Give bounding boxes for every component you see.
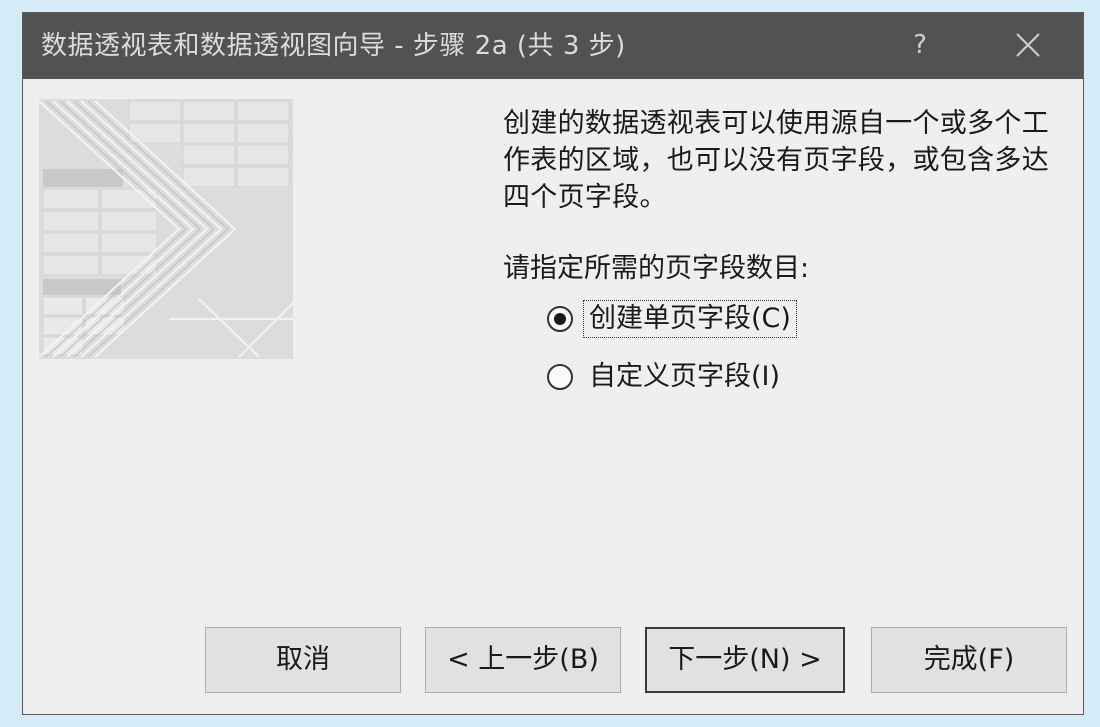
wizard-description: 创建的数据透视表可以使用源自一个或多个工作表的区域，也可以没有页字段，或包含多达…	[503, 108, 1049, 213]
back-button[interactable]: < 上一步(B)	[425, 627, 621, 693]
option-single-page-field[interactable]: 创建单页字段(C)	[547, 299, 797, 339]
finish-button[interactable]: 完成(F)	[871, 627, 1067, 693]
pivot-wizard-dialog: 数据透视表和数据透视图向导 - 步骤 2a (共 3 步) ? 创建的数据透视表…	[22, 12, 1084, 715]
page-field-count-prompt: 请指定所需的页字段数目:	[503, 253, 810, 284]
close-icon	[1016, 33, 1040, 57]
window-title: 数据透视表和数据透视图向导 - 步骤 2a (共 3 步)	[41, 31, 626, 61]
cancel-button[interactable]: 取消	[205, 627, 401, 693]
option-label: 自定义页字段(I)	[589, 361, 781, 392]
radio-button-selected[interactable]	[547, 306, 573, 332]
radio-button[interactable]	[547, 364, 573, 390]
close-button[interactable]	[1003, 25, 1053, 65]
title-bar: 数据透视表和数据透视图向导 - 步骤 2a (共 3 步) ?	[23, 13, 1083, 79]
help-button[interactable]: ?	[903, 27, 937, 63]
radio-dot-icon	[554, 313, 566, 325]
option-custom-page-fields[interactable]: 自定义页字段(I)	[547, 357, 784, 397]
next-button[interactable]: 下一步(N) >	[645, 627, 845, 693]
wizard-illustration	[39, 99, 293, 359]
option-label: 创建单页字段(C)	[583, 300, 797, 338]
